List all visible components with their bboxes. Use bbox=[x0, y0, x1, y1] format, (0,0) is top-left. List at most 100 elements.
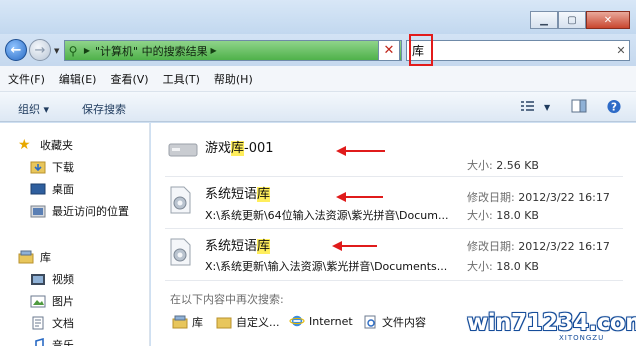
menu-tools[interactable]: 工具(T) bbox=[163, 71, 200, 87]
annotation-arrow bbox=[332, 241, 377, 251]
clear-search-icon[interactable]: ✕ bbox=[613, 44, 629, 57]
nav-downloads[interactable]: 下载 bbox=[30, 157, 74, 177]
search-match-highlight: 库 bbox=[231, 141, 245, 156]
nav-label: 音乐 bbox=[52, 339, 74, 346]
videos-icon bbox=[31, 274, 45, 285]
nav-favorites[interactable]: ★ 收藏夹 bbox=[18, 135, 73, 155]
search-match-highlight: 库 bbox=[257, 187, 271, 202]
forward-button[interactable]: → bbox=[29, 39, 51, 61]
search-again-file-contents[interactable]: 文件内容 bbox=[362, 314, 426, 330]
nav-recent-places[interactable]: 最近访问的位置 bbox=[30, 201, 129, 221]
stop-search-button[interactable]: ✕ bbox=[378, 40, 400, 61]
maximize-icon: ▢ bbox=[567, 14, 577, 26]
nav-libraries[interactable]: 库 bbox=[18, 247, 51, 267]
nav-label: 收藏夹 bbox=[40, 139, 73, 152]
arrow-left-icon: ← bbox=[10, 42, 22, 58]
result-name-part: 系统短语 bbox=[205, 239, 258, 254]
watermark: win71234.com XITONGZU bbox=[467, 302, 636, 346]
address-path: "计算机" 中的搜索结果 bbox=[95, 44, 208, 58]
organize-button[interactable]: 组织 ▾ bbox=[18, 101, 49, 117]
nav-videos[interactable]: 视频 bbox=[30, 269, 74, 289]
nav-label: 最近访问的位置 bbox=[52, 205, 129, 218]
minimize-button[interactable]: ▁ bbox=[530, 11, 558, 29]
nav-label: 下载 bbox=[52, 161, 74, 174]
search-match-highlight: 库 bbox=[257, 239, 271, 254]
menu-view[interactable]: 查看(V) bbox=[110, 71, 148, 87]
command-bar: 组织 ▾ 保存搜索 ▼ ? bbox=[0, 92, 636, 122]
pictures-icon bbox=[30, 295, 46, 308]
result-name: 系统短语库 bbox=[205, 235, 271, 254]
result-name-part: -001 bbox=[244, 141, 274, 156]
search-again-libraries[interactable]: 库 bbox=[172, 314, 203, 330]
nav-label: 库 bbox=[40, 251, 51, 264]
result-modified: 修改日期: 2012/3/22 16:17 bbox=[467, 189, 610, 205]
size-value: 18.0 KB bbox=[496, 260, 539, 273]
result-name-part: 系统短语 bbox=[205, 187, 258, 202]
search-input[interactable]: 库 ✕ bbox=[406, 40, 630, 61]
chevron-right-icon[interactable]: ▶ bbox=[208, 46, 220, 55]
result-modified: 修改日期: 2012/3/22 16:17 bbox=[467, 238, 610, 254]
nav-desktop[interactable]: 桌面 bbox=[30, 179, 74, 199]
divider bbox=[165, 176, 623, 177]
result-size: 大小: 18.0 KB bbox=[467, 258, 539, 274]
minimize-icon: ▁ bbox=[540, 14, 548, 26]
recent-places-icon bbox=[30, 205, 46, 218]
preview-pane-icon[interactable] bbox=[571, 99, 587, 114]
view-options-icon[interactable] bbox=[520, 99, 536, 114]
star-icon: ★ bbox=[18, 137, 31, 153]
arrow-right-icon: → bbox=[34, 42, 46, 58]
modified-value: 2012/3/22 16:17 bbox=[518, 240, 610, 253]
desktop-icon bbox=[30, 183, 46, 195]
close-icon: ✕ bbox=[603, 14, 613, 26]
result-path: X:\系统更新\64位输入法资源\紫光拼音\Docum... bbox=[205, 209, 449, 222]
size-label: 大小: bbox=[467, 159, 493, 172]
recent-pages-dropdown[interactable]: ▼ bbox=[54, 47, 59, 55]
maximize-button[interactable]: ▢ bbox=[558, 11, 586, 29]
window-controls: ▁ ▢ ✕ bbox=[530, 11, 630, 29]
result-name-part: 游戏 bbox=[205, 141, 232, 156]
folder-icon bbox=[216, 317, 232, 329]
menu-help[interactable]: 帮助(H) bbox=[214, 71, 253, 87]
size-value: 2.56 KB bbox=[496, 159, 539, 172]
result-size: 大小: 2.56 KB bbox=[467, 157, 539, 173]
search-again-custom[interactable]: 自定义... bbox=[216, 314, 280, 330]
nav-label: 图片 bbox=[52, 295, 74, 308]
nav-pictures[interactable]: 图片 bbox=[30, 291, 74, 311]
search-again-internet[interactable]: Internet bbox=[289, 314, 353, 328]
close-button[interactable]: ✕ bbox=[586, 11, 630, 29]
result-name: 游戏库-001 bbox=[205, 137, 274, 156]
watermark-subtext: XITONGZU bbox=[559, 334, 605, 342]
result-name: 系统短语库 bbox=[205, 183, 271, 202]
navigation-pane: ★ 收藏夹 下载 桌面 最近访问的位置 库 视频 图片 文档 音乐 bbox=[0, 123, 150, 346]
libraries-icon bbox=[18, 250, 34, 264]
chevron-right-icon[interactable]: ▶ bbox=[81, 46, 93, 55]
drive-icon bbox=[168, 143, 198, 157]
address-bar[interactable]: ⚲ ▶ "计算机" 中的搜索结果 ▶ ▼ bbox=[64, 40, 402, 61]
save-search-button[interactable]: 保存搜索 bbox=[82, 101, 126, 117]
modified-value: 2012/3/22 16:17 bbox=[518, 191, 610, 204]
menu-bar: 文件(F) 编辑(E) 查看(V) 工具(T) 帮助(H) bbox=[0, 66, 636, 92]
annotation-arrow bbox=[336, 192, 383, 202]
size-value: 18.0 KB bbox=[496, 209, 539, 222]
libraries-icon bbox=[172, 315, 188, 329]
system-file-icon bbox=[170, 238, 191, 266]
location-label: Internet bbox=[309, 314, 353, 328]
location-label: 库 bbox=[192, 316, 203, 329]
search-again-label: 在以下内容中再次搜索: bbox=[170, 293, 284, 306]
menu-edit[interactable]: 编辑(E) bbox=[59, 71, 97, 87]
menu-file[interactable]: 文件(F) bbox=[8, 71, 45, 87]
size-label: 大小: bbox=[467, 209, 493, 222]
nav-music[interactable]: 音乐 bbox=[30, 335, 74, 346]
divider bbox=[165, 280, 623, 281]
svg-text:?: ? bbox=[611, 101, 617, 113]
chevron-down-icon[interactable]: ▼ bbox=[544, 103, 550, 112]
size-label: 大小: bbox=[467, 260, 493, 273]
help-icon[interactable]: ? bbox=[606, 99, 622, 114]
downloads-folder-icon bbox=[30, 161, 46, 174]
system-file-icon bbox=[170, 186, 191, 214]
modified-label: 修改日期: bbox=[467, 191, 515, 204]
nav-documents[interactable]: 文档 bbox=[30, 313, 74, 333]
search-icon: ⚲ bbox=[68, 43, 78, 58]
divider bbox=[165, 228, 623, 229]
back-button[interactable]: ← bbox=[5, 39, 27, 61]
